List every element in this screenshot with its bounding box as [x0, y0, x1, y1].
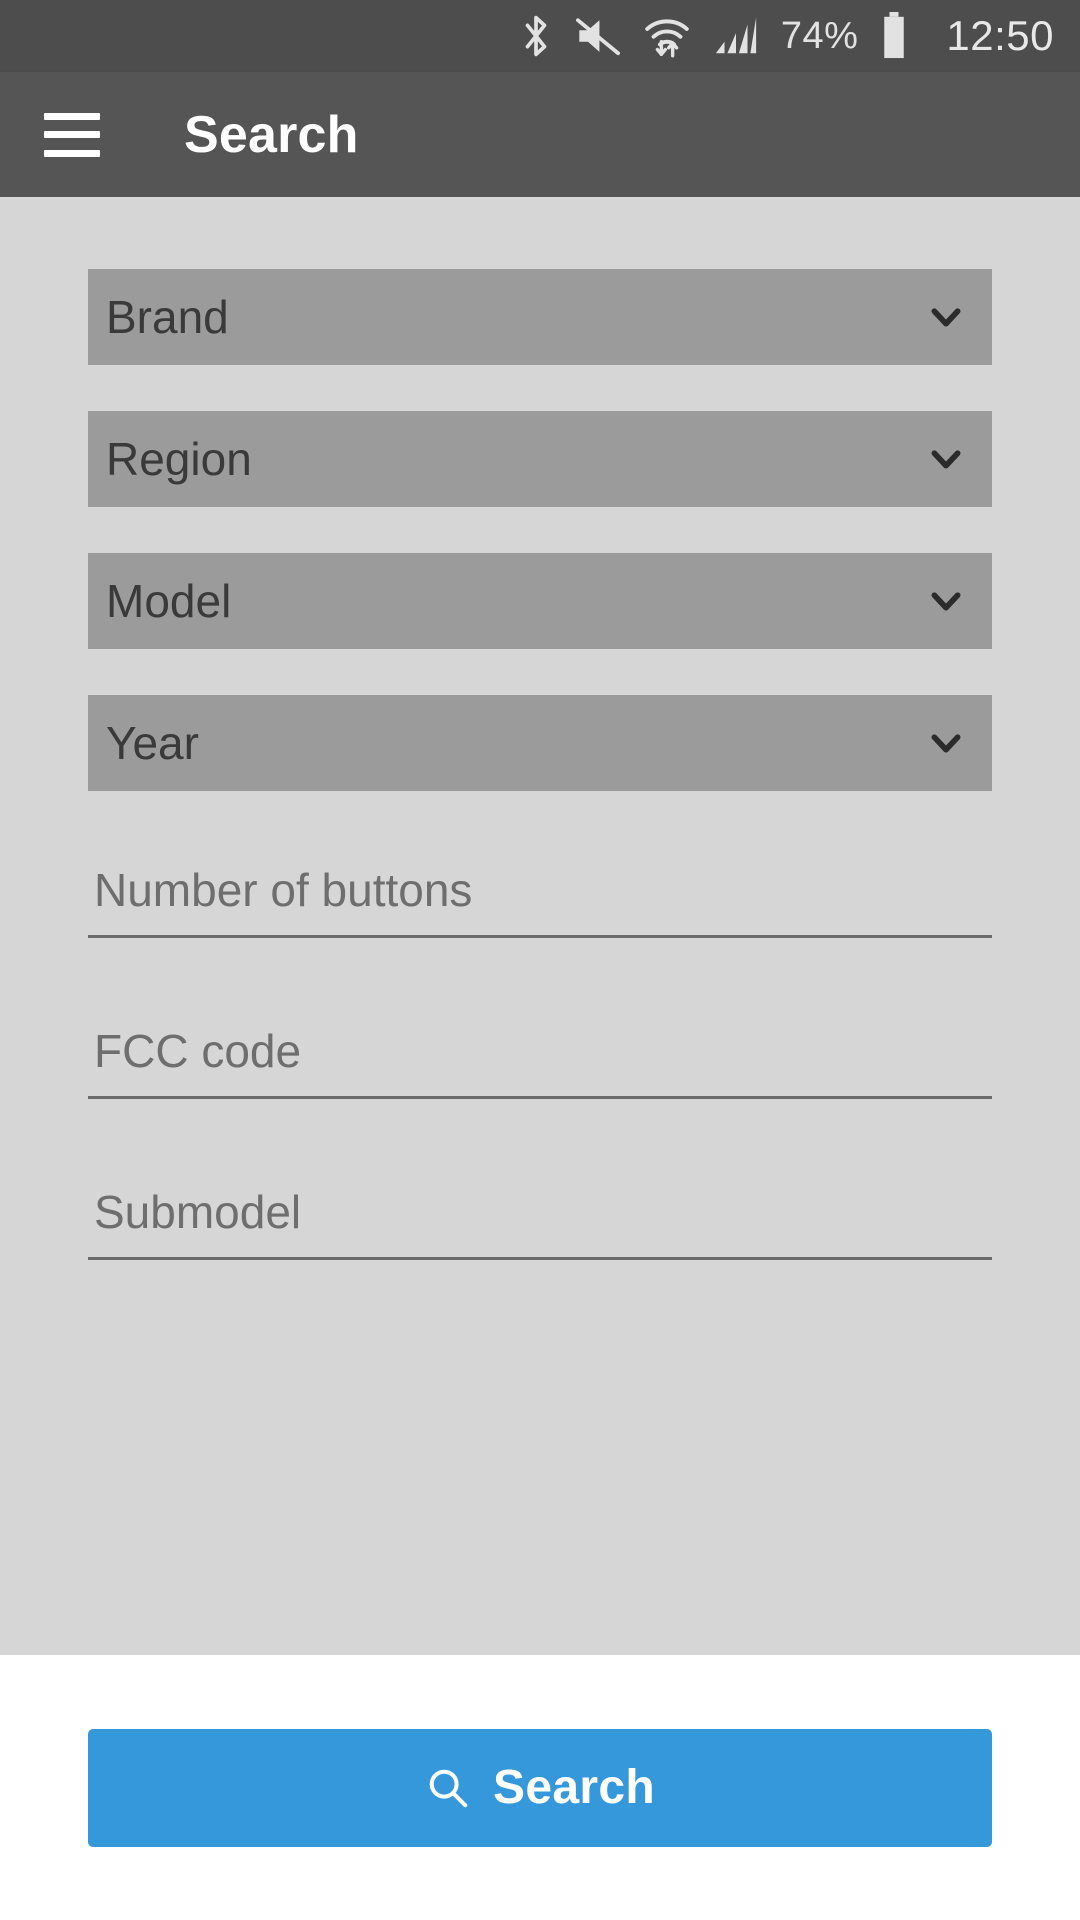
battery-percentage: 74% — [780, 15, 859, 57]
chevron-down-icon — [931, 450, 961, 469]
hamburger-bar-2 — [44, 131, 100, 138]
select-model-label: Model — [106, 575, 232, 627]
chevron-down-icon — [931, 308, 961, 327]
wifi-data-transfer-icon — [645, 19, 689, 58]
select-brand-label: Brand — [106, 291, 229, 343]
select-year[interactable]: Year — [88, 695, 992, 791]
chevron-down-icon — [931, 734, 961, 753]
footer-bar: Search — [0, 1655, 1080, 1920]
app-screen: 74% 12:50 Search Brand Region Model Year… — [0, 0, 1080, 1920]
cellular-signal-icon — [715, 17, 756, 54]
field-fcc-code — [88, 998, 992, 1099]
hamburger-bar-3 — [44, 149, 100, 157]
select-region-label: Region — [106, 433, 252, 485]
hamburger-menu-icon[interactable] — [44, 112, 100, 157]
hamburger-bar-1 — [44, 112, 100, 120]
field-number-of-buttons — [88, 837, 992, 938]
field-submodel — [88, 1159, 992, 1260]
search-button[interactable]: Search — [88, 1728, 992, 1847]
select-brand[interactable]: Brand — [88, 269, 992, 365]
battery-icon — [884, 12, 905, 59]
status-bar-clock: 12:50 — [946, 12, 1054, 59]
search-form: Brand Region Model Year — [0, 197, 1080, 1655]
status-bar-icons: 74% 12:50 — [519, 12, 1054, 60]
select-region[interactable]: Region — [88, 411, 992, 507]
search-magnifier-icon — [429, 1769, 468, 1807]
status-bar: 74% 12:50 — [0, 0, 1080, 72]
volume-muted-icon — [575, 18, 620, 56]
select-model[interactable]: Model — [88, 553, 992, 649]
page-title: Search — [184, 105, 359, 164]
bluetooth-icon — [525, 15, 547, 57]
chevron-down-icon — [931, 592, 961, 611]
search-button-label: Search — [493, 1760, 655, 1814]
number-of-buttons-input[interactable] — [88, 863, 992, 938]
select-year-label: Year — [106, 717, 199, 769]
fcc-code-input[interactable] — [88, 1024, 992, 1099]
submodel-input[interactable] — [88, 1185, 992, 1260]
app-bar: Search — [0, 72, 1080, 197]
